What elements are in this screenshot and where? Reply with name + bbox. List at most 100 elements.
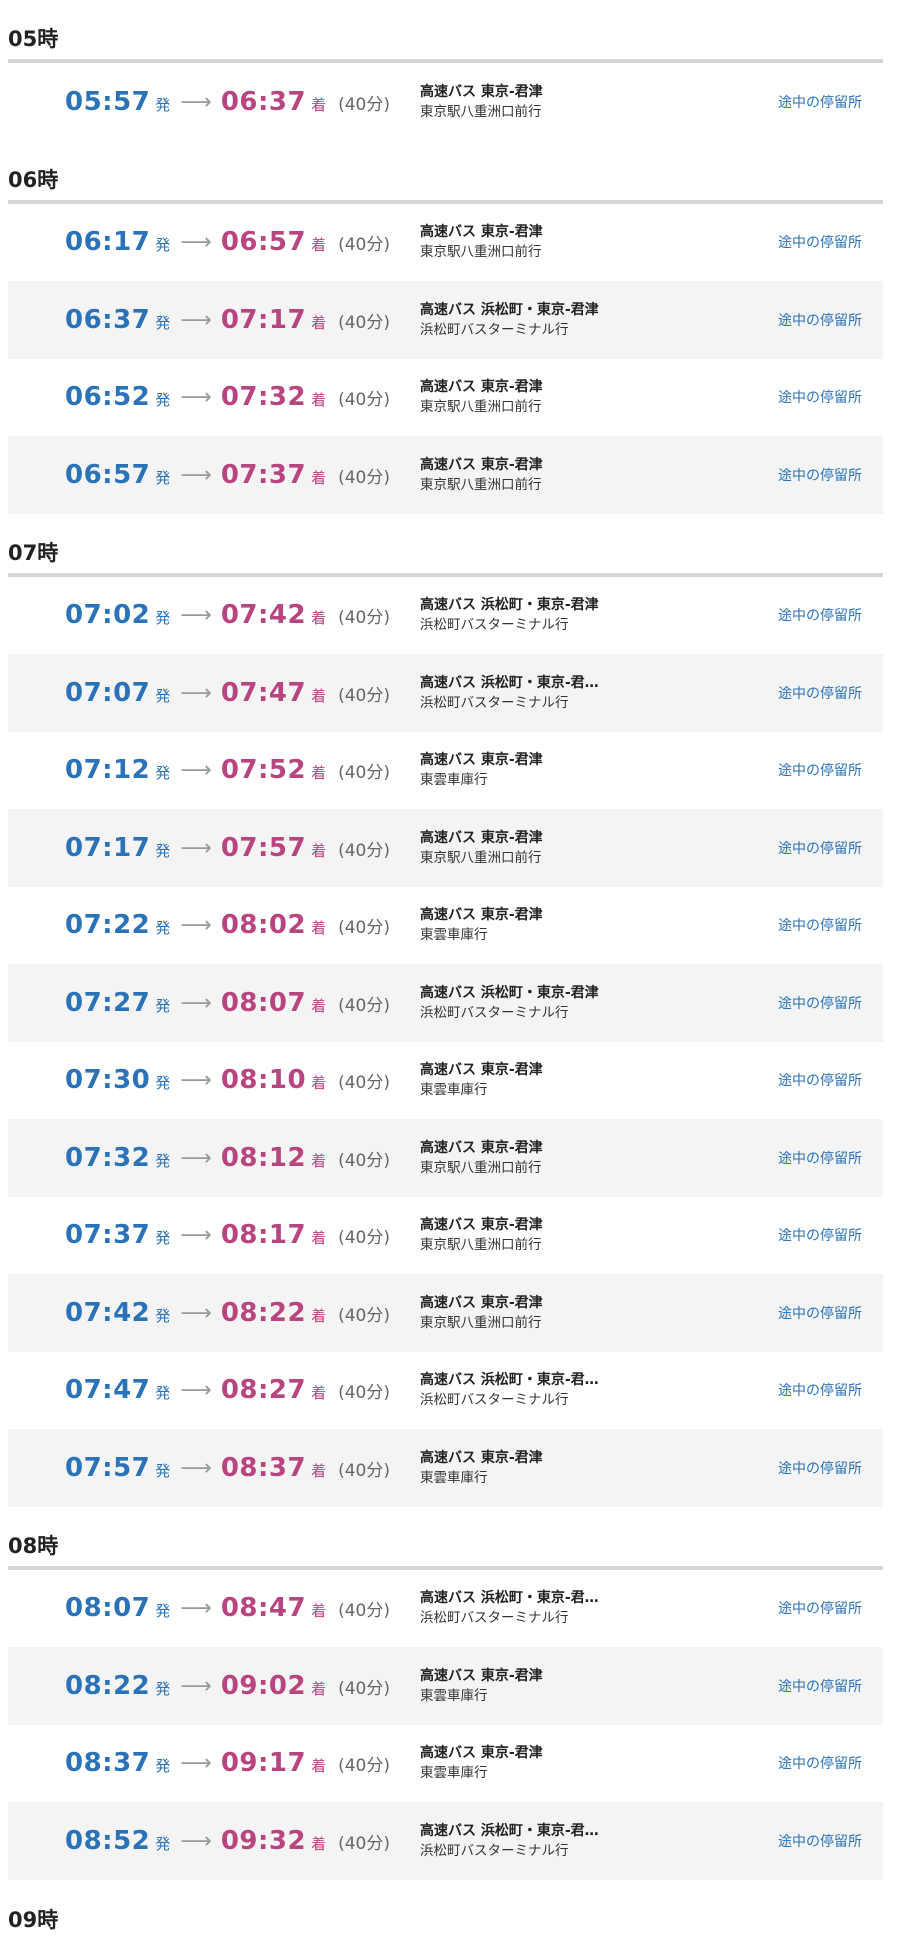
arrival-time: 06:57 — [220, 227, 307, 258]
arrow-right-icon: ⟶ — [180, 230, 212, 256]
departure-row[interactable]: 06:57 発 ⟶ 07:37 着 (40分) 高速バス 東京-君津 東京駅八重… — [8, 436, 883, 514]
departure-row[interactable]: 07:37 発 ⟶ 08:17 着 (40分) 高速バス 東京-君津 東京駅八重… — [8, 1197, 883, 1275]
arrival-suffix: 着 — [311, 1384, 327, 1403]
intermediate-stops-link[interactable]: 途中の停留所 — [778, 1148, 862, 1168]
departure-row[interactable]: 07:02 発 ⟶ 07:42 着 (40分) 高速バス 浜松町・東京-君津 浜… — [8, 577, 883, 655]
arrival-suffix: 着 — [311, 841, 327, 860]
route-name: 高速バス 浜松町・東京-君津 — [420, 984, 599, 1001]
departure-suffix: 発 — [155, 468, 171, 487]
arrival-time: 07:42 — [220, 600, 307, 631]
route-name: 高速バス 東京-君津 — [420, 1449, 543, 1466]
departure-time: 07:47 — [65, 1375, 151, 1406]
route-info: 高速バス 東京-君津 東京駅八重洲口前行 — [420, 1138, 760, 1178]
route-info: 高速バス 東京-君津 東京駅八重洲口前行 — [420, 377, 760, 417]
route-info: 高速バス 東京-君津 東京駅八重洲口前行 — [420, 455, 760, 495]
intermediate-stops-link[interactable]: 途中の停留所 — [778, 1753, 862, 1773]
departure-row[interactable]: 06:17 発 ⟶ 06:57 着 (40分) 高速バス 東京-君津 東京駅八重… — [8, 204, 883, 282]
intermediate-stops-link[interactable]: 途中の停留所 — [778, 1458, 862, 1478]
departure-row[interactable]: 07:42 発 ⟶ 08:22 着 (40分) 高速バス 東京-君津 東京駅八重… — [8, 1274, 883, 1352]
hour-heading: 06時 — [8, 141, 883, 204]
arrival-time: 08:10 — [220, 1065, 307, 1096]
intermediate-stops-link[interactable]: 途中の停留所 — [778, 605, 862, 625]
arrival-time: 07:52 — [220, 755, 307, 786]
departure-suffix: 発 — [155, 841, 171, 860]
arrow-right-icon: ⟶ — [180, 1673, 212, 1699]
intermediate-stops-link[interactable]: 途中の停留所 — [778, 92, 862, 112]
time-range: 06:37 発 ⟶ 07:17 着 (40分) — [8, 305, 420, 335]
intermediate-stops-link[interactable]: 途中の停留所 — [778, 1598, 862, 1618]
route-info: 高速バス 浜松町・東京-君… 浜松町バスターミナル行 — [420, 673, 760, 713]
departure-suffix: 発 — [155, 1306, 171, 1325]
trip-duration: (40分) — [338, 94, 391, 115]
route-name: 高速バス 東京-君津 — [420, 1139, 543, 1156]
departure-time: 08:22 — [65, 1670, 151, 1701]
departure-row[interactable]: 07:17 発 ⟶ 07:57 着 (40分) 高速バス 東京-君津 東京駅八重… — [8, 809, 883, 887]
departure-time: 08:07 — [65, 1593, 151, 1624]
route-name: 高速バス 東京-君津 — [420, 1745, 543, 1762]
departure-suffix: 発 — [155, 1229, 171, 1248]
intermediate-stops-link[interactable]: 途中の停留所 — [778, 310, 862, 330]
departure-row[interactable]: 08:37 発 ⟶ 09:17 着 (40分) 高速バス 東京-君津 東雲車庫行… — [8, 1725, 883, 1803]
intermediate-stops-link[interactable]: 途中の停留所 — [778, 838, 862, 858]
route-info: 高速バス 東京-君津 東京駅八重洲口前行 — [420, 222, 760, 262]
intermediate-stops-link[interactable]: 途中の停留所 — [778, 915, 862, 935]
intermediate-stops-link[interactable]: 途中の停留所 — [778, 1070, 862, 1090]
arrival-time: 07:37 — [220, 459, 307, 490]
arrival-time: 07:57 — [220, 832, 307, 863]
destination: 東京駅八重洲口前行 — [420, 476, 542, 493]
intermediate-stops-link[interactable]: 途中の停留所 — [778, 232, 862, 252]
destination: 浜松町バスターミナル行 — [420, 1392, 569, 1409]
departure-row[interactable]: 08:07 発 ⟶ 08:47 着 (40分) 高速バス 浜松町・東京-君… 浜… — [8, 1570, 883, 1648]
intermediate-stops-link[interactable]: 途中の停留所 — [778, 465, 862, 485]
departure-row[interactable]: 07:22 発 ⟶ 08:02 着 (40分) 高速バス 東京-君津 東雲車庫行… — [8, 887, 883, 965]
destination: 東京駅八重洲口前行 — [420, 103, 542, 120]
intermediate-stops-link[interactable]: 途中の停留所 — [778, 760, 862, 780]
departure-suffix: 発 — [155, 1384, 171, 1403]
intermediate-stops-link[interactable]: 途中の停留所 — [778, 1303, 862, 1323]
arrival-suffix: 着 — [311, 391, 327, 410]
arrival-suffix: 着 — [311, 686, 327, 705]
arrival-suffix: 着 — [311, 468, 327, 487]
arrival-time: 09:32 — [220, 1825, 307, 1856]
arrival-suffix: 着 — [311, 1074, 327, 1093]
departure-suffix: 発 — [155, 1151, 171, 1170]
intermediate-stops-link[interactable]: 途中の停留所 — [778, 683, 862, 703]
departure-row[interactable]: 07:47 発 ⟶ 08:27 着 (40分) 高速バス 浜松町・東京-君… 浜… — [8, 1352, 883, 1430]
arrival-suffix: 着 — [311, 764, 327, 783]
intermediate-stops-link[interactable]: 途中の停留所 — [778, 1380, 862, 1400]
departure-row[interactable]: 05:57 発 ⟶ 06:37 着 (40分) 高速バス 東京-君津 東京駅八重… — [8, 63, 883, 141]
trip-duration: (40分) — [338, 840, 391, 861]
intermediate-stops-link[interactable]: 途中の停留所 — [778, 993, 862, 1013]
trip-duration: (40分) — [338, 995, 391, 1016]
intermediate-stops-link[interactable]: 途中の停留所 — [778, 1225, 862, 1245]
intermediate-stops-link[interactable]: 途中の停留所 — [778, 1676, 862, 1696]
arrival-time: 08:37 — [220, 1452, 307, 1483]
destination: 東雲車庫行 — [420, 1687, 488, 1704]
arrival-time: 08:07 — [220, 987, 307, 1018]
time-range: 07:07 発 ⟶ 07:47 着 (40分) — [8, 678, 420, 708]
departure-time: 07:27 — [65, 987, 151, 1018]
departure-row[interactable]: 07:57 発 ⟶ 08:37 着 (40分) 高速バス 東京-君津 東雲車庫行… — [8, 1429, 883, 1507]
route-name: 高速バス 東京-君津 — [420, 829, 543, 846]
route-name: 高速バス 東京-君津 — [420, 907, 543, 924]
departure-row[interactable]: 08:52 発 ⟶ 09:32 着 (40分) 高速バス 浜松町・東京-君… 浜… — [8, 1802, 883, 1880]
time-range: 07:47 発 ⟶ 08:27 着 (40分) — [8, 1375, 420, 1405]
arrival-suffix: 着 — [311, 919, 327, 938]
intermediate-stops-link[interactable]: 途中の停留所 — [778, 1831, 862, 1851]
departure-row[interactable]: 06:37 発 ⟶ 07:17 着 (40分) 高速バス 浜松町・東京-君津 浜… — [8, 281, 883, 359]
departure-row[interactable]: 07:27 発 ⟶ 08:07 着 (40分) 高速バス 浜松町・東京-君津 浜… — [8, 964, 883, 1042]
departure-list: 08:07 発 ⟶ 08:47 着 (40分) 高速バス 浜松町・東京-君… 浜… — [8, 1570, 883, 1880]
trip-duration: (40分) — [338, 1601, 391, 1622]
hour-group: 08時 08:07 発 ⟶ 08:47 着 (40分) 高速バス 浜松町・東京-… — [8, 1507, 883, 1880]
departure-row[interactable]: 07:07 発 ⟶ 07:47 着 (40分) 高速バス 浜松町・東京-君… 浜… — [8, 654, 883, 732]
departure-time: 06:52 — [65, 382, 151, 413]
departure-row[interactable]: 07:32 発 ⟶ 08:12 着 (40分) 高速バス 東京-君津 東京駅八重… — [8, 1119, 883, 1197]
departure-time: 08:37 — [65, 1748, 151, 1779]
departure-row[interactable]: 06:52 発 ⟶ 07:32 着 (40分) 高速バス 東京-君津 東京駅八重… — [8, 359, 883, 437]
departure-row[interactable]: 08:22 発 ⟶ 09:02 着 (40分) 高速バス 東京-君津 東雲車庫行… — [8, 1647, 883, 1725]
departure-row[interactable]: 07:12 発 ⟶ 07:52 着 (40分) 高速バス 東京-君津 東雲車庫行… — [8, 732, 883, 810]
time-range: 07:17 発 ⟶ 07:57 着 (40分) — [8, 833, 420, 863]
departure-row[interactable]: 07:30 発 ⟶ 08:10 着 (40分) 高速バス 東京-君津 東雲車庫行… — [8, 1042, 883, 1120]
intermediate-stops-link[interactable]: 途中の停留所 — [778, 387, 862, 407]
trip-duration: (40分) — [338, 235, 391, 256]
